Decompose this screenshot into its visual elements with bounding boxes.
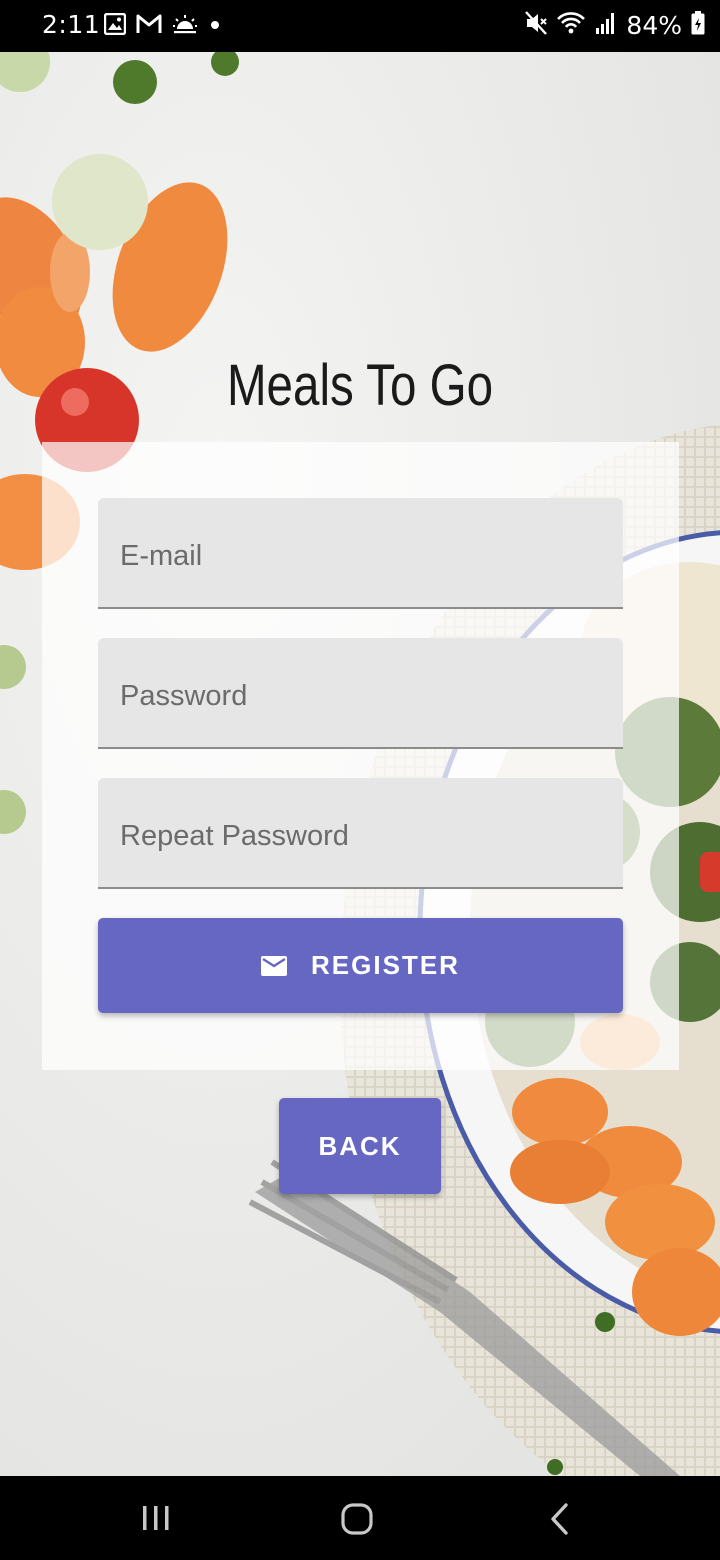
app-title: Meals To Go	[226, 353, 494, 418]
repeat-password-input[interactable]	[98, 778, 623, 887]
status-left-icons	[103, 12, 222, 39]
recent-apps-icon[interactable]	[140, 1502, 172, 1534]
back-nav-icon[interactable]	[548, 1502, 570, 1536]
repeat-password-field[interactable]	[98, 778, 623, 889]
email-icon	[261, 955, 288, 976]
gmail-icon	[136, 13, 162, 39]
register-button-label: REGISTER	[311, 950, 460, 980]
wifi-icon	[556, 10, 586, 40]
password-field[interactable]	[98, 638, 623, 749]
back-button[interactable]: BACK	[279, 1098, 441, 1194]
signal-icon	[594, 10, 618, 40]
battery-icon	[690, 10, 706, 40]
home-icon[interactable]	[340, 1502, 374, 1536]
system-nav-bar	[0, 1476, 720, 1560]
password-input[interactable]	[98, 638, 623, 747]
status-time: 2:11	[42, 10, 101, 39]
back-button-label: BACK	[318, 1130, 402, 1161]
email-input[interactable]	[98, 498, 623, 607]
status-bar: 2:11 84%	[0, 0, 720, 52]
email-field[interactable]	[98, 498, 623, 609]
status-right-icons: 84%	[524, 10, 706, 40]
dot-icon	[208, 13, 222, 39]
gallery-icon	[103, 12, 127, 39]
mute-icon	[524, 10, 548, 40]
battery-percent: 84%	[626, 10, 682, 40]
register-button[interactable]: REGISTER	[98, 918, 623, 1013]
weather-icon	[172, 13, 198, 39]
